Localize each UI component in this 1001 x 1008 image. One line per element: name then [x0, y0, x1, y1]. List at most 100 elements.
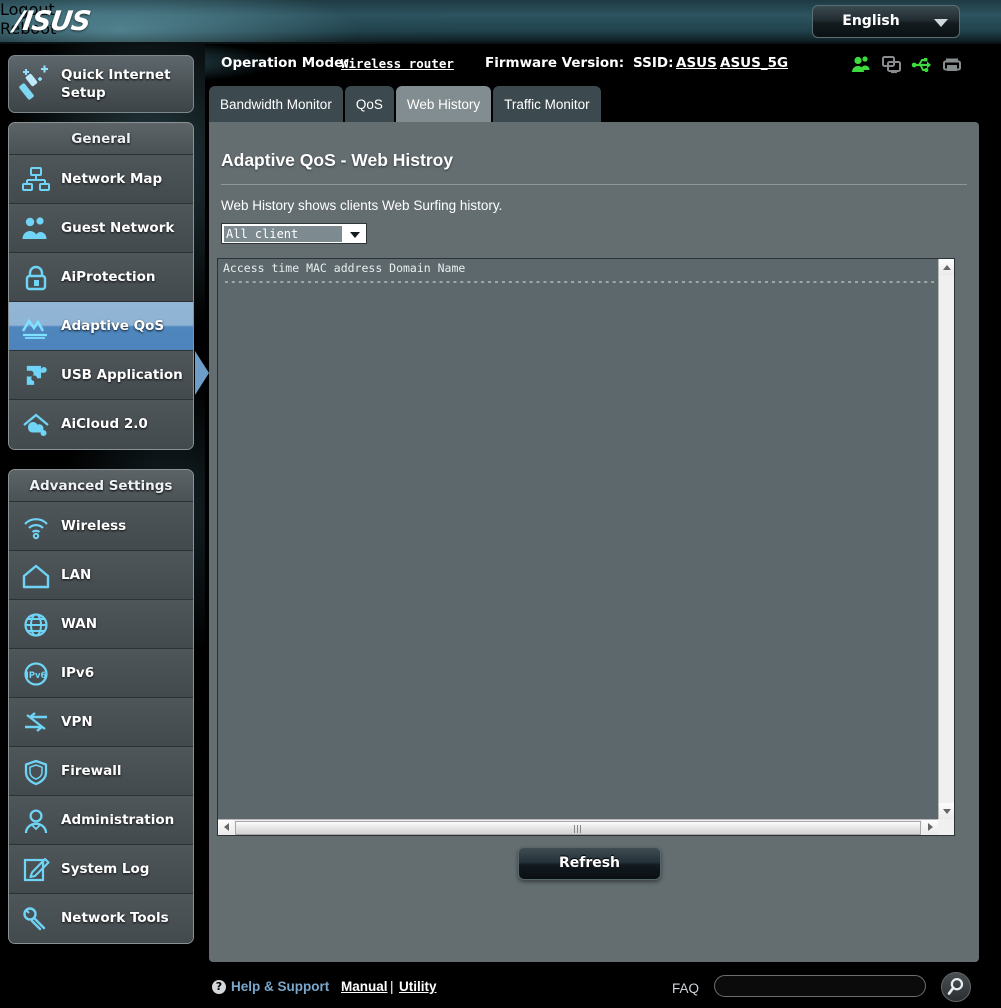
sidebar-item-label: USB Application — [61, 367, 183, 383]
sidebar-item-label: Network Map — [61, 171, 163, 187]
sidebar-item-label: Wireless — [61, 518, 127, 534]
faq-search-input[interactable] — [714, 975, 926, 997]
caret-up-icon — [943, 265, 951, 270]
scroll-right-button[interactable] — [922, 820, 938, 835]
language-select-value: English — [842, 13, 900, 29]
help-question-icon: ? — [212, 980, 226, 994]
shield-icon — [21, 758, 51, 786]
chevron-down-icon — [934, 19, 948, 27]
firmware-version-label: Firmware Version: — [485, 55, 625, 71]
web-history-text: Access time MAC address Domain Name ----… — [223, 262, 934, 288]
scroll-thumb-grip-icon — [574, 825, 582, 833]
faq-label: FAQ — [672, 981, 700, 996]
top-banner: /ISUS Logout Reboot English — [0, 0, 1001, 44]
puzzle-piece-icon — [21, 362, 51, 390]
sidebar-item-label: Administration — [61, 812, 175, 828]
wrench-icon — [21, 905, 51, 933]
title-divider — [221, 184, 967, 185]
client-filter-value: All client — [224, 226, 342, 242]
main-panel: Adaptive QoS - Web Histroy Web History s… — [209, 122, 979, 962]
sidebar-item-vpn[interactable]: VPN — [9, 698, 193, 747]
sidebar-item-adaptive-qos[interactable]: Adaptive QoS — [9, 302, 193, 351]
globe-icon — [21, 611, 51, 639]
home-icon — [21, 562, 51, 590]
client-filter-select[interactable]: All client — [221, 223, 367, 244]
network-map-icon — [21, 166, 51, 194]
clients-icon[interactable] — [850, 54, 872, 76]
sidebar-item-label: AiProtection — [61, 269, 156, 285]
sidebar-item-label: Guest Network — [61, 220, 175, 236]
caret-down-icon — [943, 809, 951, 814]
sidebar-item-label: Network Tools — [61, 910, 169, 926]
caret-right-icon — [928, 823, 933, 831]
operation-mode-label: Operation Mode: — [221, 55, 349, 71]
wifi-icon — [21, 513, 51, 541]
sidebar-item-wireless[interactable]: Wireless — [9, 502, 193, 551]
ssid-5g-value[interactable]: ASUS_5G — [720, 55, 788, 71]
cloud-home-icon — [21, 411, 51, 439]
sidebar-item-label: Adaptive QoS — [61, 318, 165, 334]
utility-link[interactable]: Utility — [399, 979, 437, 994]
horizontal-scroll-thumb[interactable] — [235, 821, 921, 835]
svg-text:IPv6: IPv6 — [26, 671, 47, 681]
devices-icon[interactable] — [881, 54, 903, 76]
ssid-label: SSID: — [633, 55, 674, 71]
operation-mode-value[interactable]: Wireless router — [341, 56, 454, 71]
tab-qos[interactable]: QoS — [344, 86, 394, 124]
asus-logo: /ISUS — [11, 6, 92, 37]
tab-traffic-monitor[interactable]: Traffic Monitor — [493, 86, 601, 124]
sidebar-item-ipv6[interactable]: IPv6 IPv6 — [9, 649, 193, 698]
sidebar-item-label: LAN — [61, 567, 92, 583]
ssid-2g-value[interactable]: ASUS — [676, 55, 717, 71]
sidebar-item-label: AiCloud 2.0 — [61, 416, 148, 432]
sidebar-item-guest-network[interactable]: Guest Network — [9, 204, 193, 253]
horizontal-scrollbar[interactable] — [218, 819, 954, 835]
vertical-scrollbar[interactable] — [938, 259, 954, 819]
language-select[interactable]: English — [812, 5, 960, 38]
sidebar-item-lan[interactable]: LAN — [9, 551, 193, 600]
printer-icon[interactable] — [941, 54, 963, 76]
scroll-up-button[interactable] — [939, 259, 954, 275]
tab-bar: Bandwidth Monitor QoS Web History Traffi… — [209, 86, 603, 124]
scroll-left-button[interactable] — [218, 820, 234, 835]
refresh-button[interactable]: Refresh — [518, 847, 661, 880]
sidebar: Quick Internet Setup General Network Map — [0, 44, 209, 964]
sidebar-item-administration[interactable]: Administration — [9, 796, 193, 845]
sidebar-item-network-map[interactable]: Network Map — [9, 155, 193, 204]
chevron-down-icon — [350, 232, 360, 238]
sidebar-item-usb-application[interactable]: USB Application — [9, 351, 193, 400]
sidebar-item-label: Firewall — [61, 763, 122, 779]
sidebar-item-label: IPv6 — [61, 665, 95, 681]
ipv6-globe-icon: IPv6 — [21, 660, 51, 688]
sidebar-item-label: System Log — [61, 861, 150, 877]
sidebar-item-label: WAN — [61, 616, 98, 632]
faq-search-button[interactable] — [941, 972, 971, 1002]
caret-left-icon — [224, 823, 229, 831]
page-title: Adaptive QoS - Web Histroy — [221, 150, 454, 170]
lock-shield-icon — [21, 264, 51, 292]
scroll-down-button[interactable] — [939, 803, 954, 819]
help-support-link[interactable]: Help & Support — [231, 979, 329, 994]
tab-web-history[interactable]: Web History — [395, 86, 492, 124]
vpn-arrows-icon — [21, 709, 51, 737]
sidebar-group-advanced: Advanced Settings Wireless LAN WAN IPv6 … — [8, 469, 194, 944]
web-history-output[interactable]: Access time MAC address Domain Name ----… — [217, 258, 955, 836]
sidebar-item-label: VPN — [61, 714, 93, 730]
qos-chart-icon — [21, 313, 51, 341]
sidebar-item-aiprotection[interactable]: AiProtection — [9, 253, 193, 302]
scrollbar-corner — [938, 819, 954, 835]
sidebar-item-network-tools[interactable]: Network Tools — [9, 894, 193, 943]
sidebar-item-firewall[interactable]: Firewall — [9, 747, 193, 796]
sidebar-item-wan[interactable]: WAN — [9, 600, 193, 649]
guest-network-icon — [21, 215, 51, 243]
pencil-note-icon — [21, 856, 51, 884]
usb-icon[interactable] — [911, 54, 933, 76]
sidebar-item-aicloud[interactable]: AiCloud 2.0 — [9, 400, 193, 449]
page-description: Web History shows clients Web Surfing hi… — [221, 198, 503, 213]
tab-bandwidth-monitor[interactable]: Bandwidth Monitor — [209, 86, 343, 124]
sidebar-item-system-log[interactable]: System Log — [9, 845, 193, 894]
active-item-arrow — [195, 351, 209, 395]
magic-wand-icon — [17, 65, 55, 103]
manual-link[interactable]: Manual — [341, 979, 388, 994]
quick-internet-setup-button[interactable]: Quick Internet Setup — [8, 55, 194, 113]
